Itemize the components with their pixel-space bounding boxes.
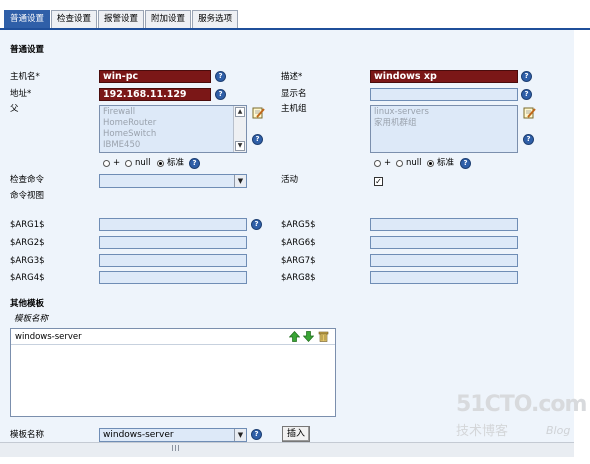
command-view-label: 命令视图 xyxy=(10,191,45,201)
trash-icon[interactable] xyxy=(318,330,329,342)
arg6-label: $ARG6$ xyxy=(281,238,316,248)
scroll-up-icon[interactable]: ▲ xyxy=(235,107,245,117)
help-icon[interactable]: ? xyxy=(521,89,532,100)
chevron-down-icon[interactable]: ▼ xyxy=(234,429,246,441)
template-select-value: windows-server xyxy=(103,430,174,440)
list-item[interactable]: HomeRouter xyxy=(100,118,246,129)
check-command-select[interactable]: ▼ xyxy=(99,174,247,188)
help-icon[interactable]: ? xyxy=(460,158,471,169)
arg1-label: $ARG1$ xyxy=(10,220,45,230)
arg4-input[interactable] xyxy=(99,271,247,284)
tab-check-settings[interactable]: 检查设置 xyxy=(51,10,98,28)
arg1-input[interactable] xyxy=(99,218,247,231)
watermark-blog-cn: 技术博客 xyxy=(456,424,509,439)
help-icon[interactable]: ? xyxy=(251,429,262,440)
display-name-label: 显示名 xyxy=(281,89,307,99)
section-title: 普通设置 xyxy=(10,45,45,55)
list-item[interactable]: IBME450 xyxy=(100,140,246,151)
help-icon[interactable]: ? xyxy=(251,219,262,230)
radio-plus[interactable] xyxy=(103,160,110,167)
scrollbar-grip-icon[interactable] xyxy=(172,445,180,451)
arg6-input[interactable] xyxy=(370,236,518,249)
parent-label: 父 xyxy=(10,104,19,114)
arg2-label: $ARG2$ xyxy=(10,238,45,248)
templates-list[interactable]: windows-server xyxy=(10,328,336,417)
tab-bar: 普通设置 检查设置 报警设置 附加设置 服务选项 xyxy=(4,10,239,28)
active-label: 活动 xyxy=(281,175,299,185)
hostname-input[interactable]: win-pc xyxy=(99,70,211,83)
list-item[interactable]: HomeSwitch xyxy=(100,129,246,140)
radio-standard-label: 标准 xyxy=(167,158,185,168)
watermark-blog: Blog xyxy=(546,424,571,437)
arg4-label: $ARG4$ xyxy=(10,273,45,283)
arg7-label: $ARG7$ xyxy=(281,256,316,266)
vertical-scrollbar[interactable] xyxy=(574,30,590,450)
radio-null[interactable] xyxy=(125,160,132,167)
address-label: 地址* xyxy=(10,89,32,99)
radio-null-label: null xyxy=(135,158,151,168)
arg5-label: $ARG5$ xyxy=(281,220,316,230)
radio-plus-label: + xyxy=(384,158,392,168)
help-icon[interactable]: ? xyxy=(252,134,263,145)
arg5-input[interactable] xyxy=(370,218,518,231)
arg3-input[interactable] xyxy=(99,254,247,267)
notepad-edit-icon[interactable] xyxy=(523,106,536,119)
description-label: 描述* xyxy=(281,72,303,82)
green-down-arrow-icon[interactable] xyxy=(303,331,314,342)
tab-alert-settings[interactable]: 报警设置 xyxy=(98,10,145,28)
notepad-edit-icon[interactable] xyxy=(252,106,265,119)
scroll-down-icon[interactable]: ▼ xyxy=(235,141,245,151)
hostgroup-label: 主机组 xyxy=(281,104,307,114)
check-command-label: 检查命令 xyxy=(10,175,45,185)
form-area: 普通设置 主机名* win-pc ? 描述* windows xp ? 地址* … xyxy=(0,30,574,450)
arg8-label: $ARG8$ xyxy=(281,273,316,283)
radio-standard-label: 标准 xyxy=(437,158,455,168)
list-item[interactable]: 家用机群组 xyxy=(371,118,517,129)
arg7-input[interactable] xyxy=(370,254,518,267)
chevron-down-icon[interactable]: ▼ xyxy=(234,175,246,187)
arg3-label: $ARG3$ xyxy=(10,256,45,266)
help-icon[interactable]: ? xyxy=(189,158,200,169)
horizontal-scrollbar[interactable] xyxy=(0,442,574,457)
radio-standard[interactable] xyxy=(157,160,164,167)
template-name-label: 模板名称 xyxy=(10,430,45,440)
help-icon[interactable]: ? xyxy=(215,71,226,82)
template-item-name: windows-server xyxy=(15,332,82,342)
help-icon[interactable]: ? xyxy=(521,71,532,82)
address-input[interactable]: 192.168.11.129 xyxy=(99,88,211,101)
other-templates-label: 其他模板 xyxy=(10,299,45,309)
hostname-label: 主机名* xyxy=(10,72,40,82)
listbox-scrollbar[interactable]: ▲ ▼ xyxy=(233,106,246,152)
help-icon[interactable]: ? xyxy=(215,89,226,100)
radio-plus-label: + xyxy=(113,158,121,168)
list-item[interactable]: linux-servers xyxy=(371,107,517,118)
list-item[interactable]: windows-server xyxy=(11,329,335,345)
description-input[interactable]: windows xp xyxy=(370,70,518,83)
parents-listbox[interactable]: Firewall HomeRouter HomeSwitch IBME450 ▲… xyxy=(99,105,247,153)
arg8-input[interactable] xyxy=(370,271,518,284)
radio-null[interactable] xyxy=(396,160,403,167)
radio-null-label: null xyxy=(406,158,422,168)
tab-service-options[interactable]: 服务选项 xyxy=(192,10,239,28)
watermark-logo: 51CTO.com xyxy=(456,392,587,417)
template-name-header: 模板名称 xyxy=(14,314,49,324)
tab-extra-settings[interactable]: 附加设置 xyxy=(145,10,192,28)
help-icon[interactable]: ? xyxy=(523,134,534,145)
hostgroups-listbox[interactable]: linux-servers 家用机群组 xyxy=(370,105,518,153)
active-checkbox[interactable]: ✓ xyxy=(374,177,383,186)
template-select[interactable]: windows-server ▼ xyxy=(99,428,247,442)
insert-button[interactable]: 插入 xyxy=(282,426,310,442)
radio-plus[interactable] xyxy=(374,160,381,167)
display-name-input[interactable] xyxy=(370,88,518,101)
green-up-arrow-icon[interactable] xyxy=(289,331,300,342)
arg2-input[interactable] xyxy=(99,236,247,249)
radio-standard[interactable] xyxy=(427,160,434,167)
list-item[interactable]: Firewall xyxy=(100,107,246,118)
tab-general-settings[interactable]: 普通设置 xyxy=(4,10,51,28)
